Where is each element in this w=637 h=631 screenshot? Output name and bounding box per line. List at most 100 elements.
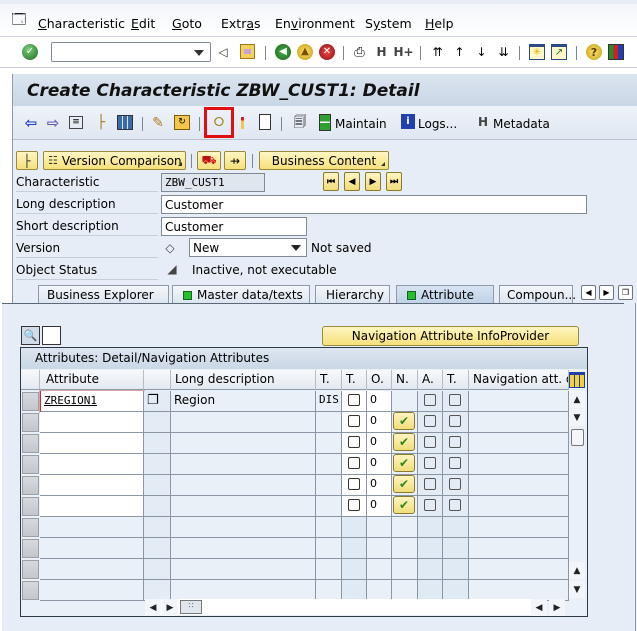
h-scroll-thumb[interactable]: ∷ <box>180 600 202 614</box>
grid-cell-order[interactable] <box>367 538 392 559</box>
tab-compounding[interactable]: Compoun... <box>499 285 576 304</box>
menu-environment[interactable]: Environment <box>275 16 355 31</box>
print-icon[interactable]: ⎙ <box>352 45 367 59</box>
grid-cell-order[interactable] <box>367 559 392 580</box>
system-menu-icon[interactable]: 🗔 <box>11 13 27 27</box>
metadata-button[interactable]: Metadata <box>493 117 550 131</box>
hierarchy-toggle-button[interactable]: ├ <box>16 151 38 170</box>
checkbox[interactable] <box>424 457 436 469</box>
menu-characteristic[interactable]: Characteristic <box>38 16 125 31</box>
tab-business-explorer[interactable]: Business Explorer <box>38 285 169 304</box>
maintain-icon[interactable] <box>319 114 331 131</box>
navigation-attribute-button[interactable]: ✔ <box>393 496 415 514</box>
row-selector[interactable] <box>22 581 39 600</box>
scroll-page-down-button[interactable]: ▼ <box>569 581 585 598</box>
help-icon[interactable]: ? <box>586 44 602 60</box>
business-content-button[interactable]: Business Content <box>259 151 389 170</box>
activate-icon[interactable] <box>239 115 245 130</box>
checkbox[interactable] <box>449 436 461 448</box>
nav-attribute-infoprovider-button[interactable]: Navigation Attribute InfoProvider <box>322 326 579 346</box>
maintain-button[interactable]: Maintain <box>335 117 387 131</box>
checkbox[interactable] <box>449 499 461 511</box>
checkbox[interactable] <box>348 478 360 490</box>
table-icon[interactable] <box>117 115 133 130</box>
cancel-icon[interactable]: ✕ <box>319 44 335 60</box>
exit-icon[interactable]: ▲ <box>297 44 313 60</box>
navigation-attribute-button[interactable]: ✔ <box>393 454 415 472</box>
value-help-icon[interactable]: ❐ <box>147 393 159 408</box>
find-next-icon[interactable]: H+ <box>393 45 413 59</box>
list-icon[interactable]: ≡ <box>69 116 83 129</box>
tab-hierarchy[interactable]: Hierarchy <box>315 285 390 304</box>
new-document-icon[interactable] <box>259 114 271 130</box>
row-selector[interactable] <box>22 497 39 516</box>
menu-edit[interactable]: Edit <box>131 16 155 31</box>
checkbox[interactable] <box>424 415 436 427</box>
save-icon[interactable] <box>240 44 255 59</box>
grid-cell-order[interactable] <box>367 517 392 538</box>
logs-icon[interactable]: i <box>401 114 415 129</box>
grid-cell-attribute[interactable] <box>40 517 144 538</box>
scroll-page-up-button[interactable]: ▲ <box>569 562 585 579</box>
grid-cell-order[interactable]: 0 <box>367 433 392 454</box>
checkbox[interactable] <box>424 478 436 490</box>
tab-attribute[interactable]: Attribute <box>396 285 494 304</box>
horizontal-scrollbar[interactable] <box>145 599 545 615</box>
metadata-icon[interactable]: H <box>476 115 490 129</box>
grid-cell-attribute[interactable] <box>40 412 144 433</box>
col-header-attribute[interactable]: Attribute <box>40 370 144 390</box>
scroll-right-button[interactable]: ▶ <box>162 599 178 616</box>
display-objects-icon[interactable]: 🗐 <box>292 115 308 130</box>
version-comparison-button[interactable]: ☷ Version Comparison <box>43 151 186 170</box>
checkbox[interactable] <box>424 436 436 448</box>
version-dropdown[interactable]: New <box>189 238 307 257</box>
grid-cell-order[interactable]: 0 <box>367 475 392 496</box>
row-selector[interactable] <box>22 518 39 537</box>
command-field[interactable] <box>51 42 211 62</box>
navigation-attribute-button[interactable]: ✔ <box>393 475 415 493</box>
scroll-left-button[interactable]: ◀ <box>145 599 161 616</box>
arrow-left-icon[interactable]: ⇦ <box>23 115 39 130</box>
col-header-long-description[interactable]: Long description <box>171 370 316 390</box>
col-header-time-dependent[interactable]: T. <box>342 370 367 390</box>
next-page-icon[interactable]: ↓ <box>474 45 489 59</box>
transport-button[interactable]: ⛟ <box>197 151 221 170</box>
back-icon[interactable]: ◀ <box>275 44 291 60</box>
col-header-navigation[interactable]: N. <box>392 370 418 390</box>
row-selector[interactable] <box>22 476 39 495</box>
next-record-button[interactable]: ▶ <box>365 172 381 191</box>
row-selector[interactable] <box>22 434 39 453</box>
grid-cell-attribute[interactable]: ZREGION1 <box>39 390 145 413</box>
arrow-right-icon[interactable]: ⇨ <box>45 115 61 130</box>
checkbox[interactable] <box>424 499 436 511</box>
short-description-input[interactable]: Customer <box>161 217 307 236</box>
col-header-authorization[interactable]: A. <box>418 370 443 390</box>
enter-icon[interactable]: ✓ <box>22 44 38 60</box>
checkbox[interactable] <box>348 394 360 406</box>
checkbox[interactable] <box>449 394 461 406</box>
chevron-down-icon[interactable] <box>194 50 204 56</box>
last-record-button[interactable]: ⏭ <box>386 172 402 191</box>
scroll-up-button[interactable]: ▲ <box>569 391 585 408</box>
logs-button[interactable]: Logs... <box>418 117 457 131</box>
column-config-icon[interactable] <box>569 372 585 388</box>
new-entry-icon[interactable] <box>42 326 61 345</box>
find-icon[interactable]: H <box>374 45 389 59</box>
row-selector[interactable] <box>22 392 39 411</box>
menu-goto[interactable]: Goto <box>172 16 202 31</box>
checkbox[interactable] <box>449 457 461 469</box>
shortcut-icon[interactable]: ↗ <box>551 44 567 60</box>
col-header-type[interactable]: T. <box>316 370 342 390</box>
previous-page-icon[interactable]: ↑ <box>452 45 467 59</box>
navigation-attribute-button[interactable]: ✔ <box>393 433 415 451</box>
grid-cell-attribute[interactable] <box>40 538 144 559</box>
navigation-attribute-button[interactable]: ✔ <box>393 412 415 430</box>
scroll-down-button[interactable]: ▼ <box>569 409 585 426</box>
tab-list-button[interactable]: ❐ <box>618 285 633 300</box>
last-page-icon[interactable]: ⇊ <box>496 45 511 59</box>
hierarchy-icon[interactable]: ├ <box>93 115 109 130</box>
previous-record-button[interactable]: ◀ <box>344 172 360 191</box>
long-description-input[interactable]: Customer <box>161 195 587 214</box>
grid-cell-order[interactable]: 0 <box>367 391 392 412</box>
grid-cell-order[interactable]: 0 <box>367 412 392 433</box>
